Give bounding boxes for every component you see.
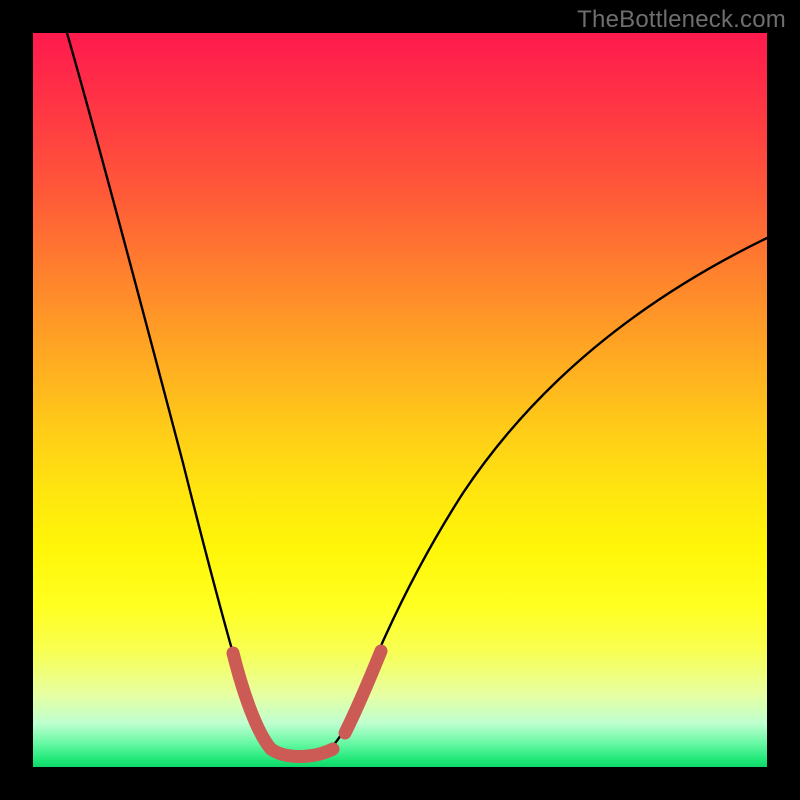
- watermark-text: TheBottleneck.com: [577, 6, 786, 34]
- highlight-left-segment: [233, 653, 271, 749]
- highlight-bottom-segment: [271, 749, 333, 757]
- bottleneck-curve: [67, 33, 767, 757]
- highlight-right-segment: [345, 651, 381, 733]
- chart-curve-svg: [33, 33, 767, 767]
- chart-frame: [33, 33, 767, 767]
